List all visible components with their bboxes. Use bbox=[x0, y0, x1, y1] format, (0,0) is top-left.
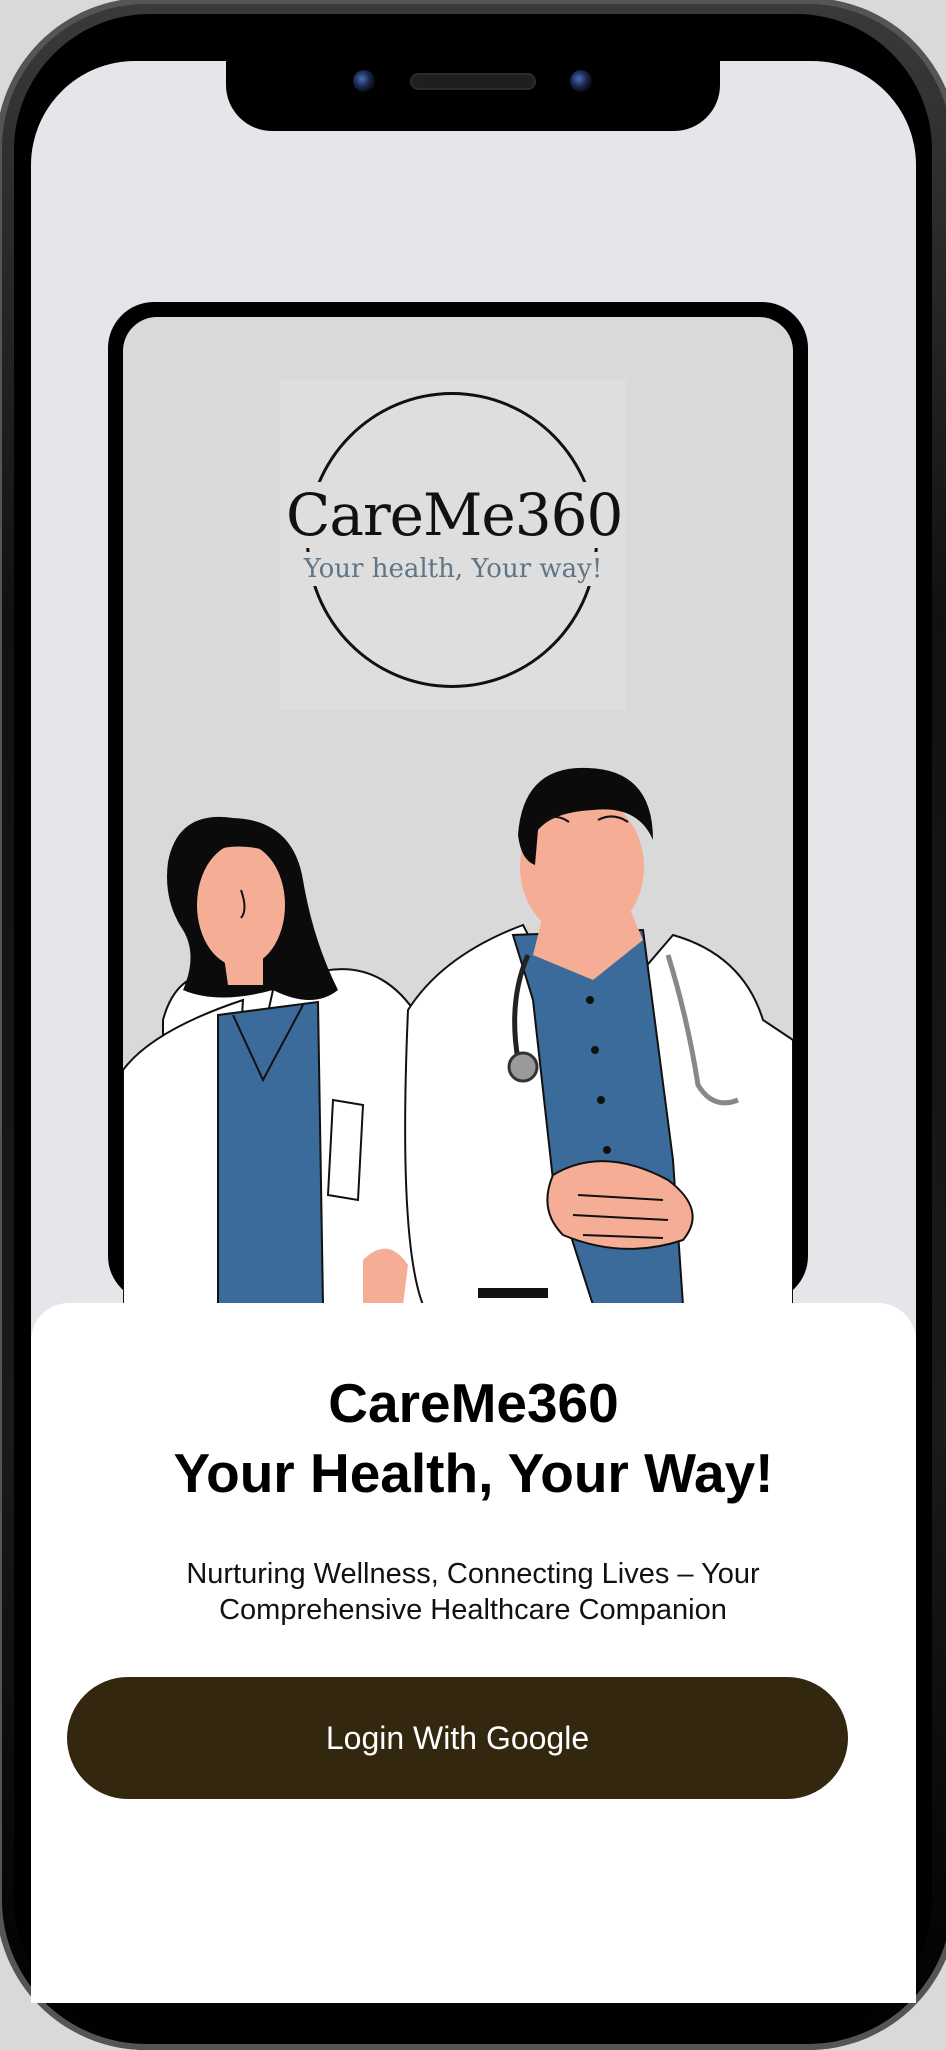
logo-title: CareMe360 bbox=[286, 481, 623, 549]
device-notch bbox=[226, 59, 720, 131]
welcome-subtitle: Nurturing Wellness, Connecting Lives – Y… bbox=[186, 1558, 760, 1626]
doctors-illustration bbox=[123, 767, 793, 1305]
sensor-icon bbox=[570, 70, 592, 92]
logo-tagline: Your health, Your way! bbox=[292, 552, 614, 586]
speaker-grille bbox=[410, 73, 536, 90]
female-doctor bbox=[123, 816, 435, 1305]
welcome-headline: CareMe360 Your Health, Your Way! bbox=[31, 1368, 916, 1508]
headline-slogan: Your Health, Your Way! bbox=[173, 1442, 774, 1504]
front-camera-icon bbox=[353, 70, 375, 92]
login-with-google-button[interactable]: Login With Google bbox=[67, 1677, 848, 1799]
headline-app-name: CareMe360 bbox=[328, 1372, 619, 1434]
male-doctor bbox=[404, 767, 793, 1305]
